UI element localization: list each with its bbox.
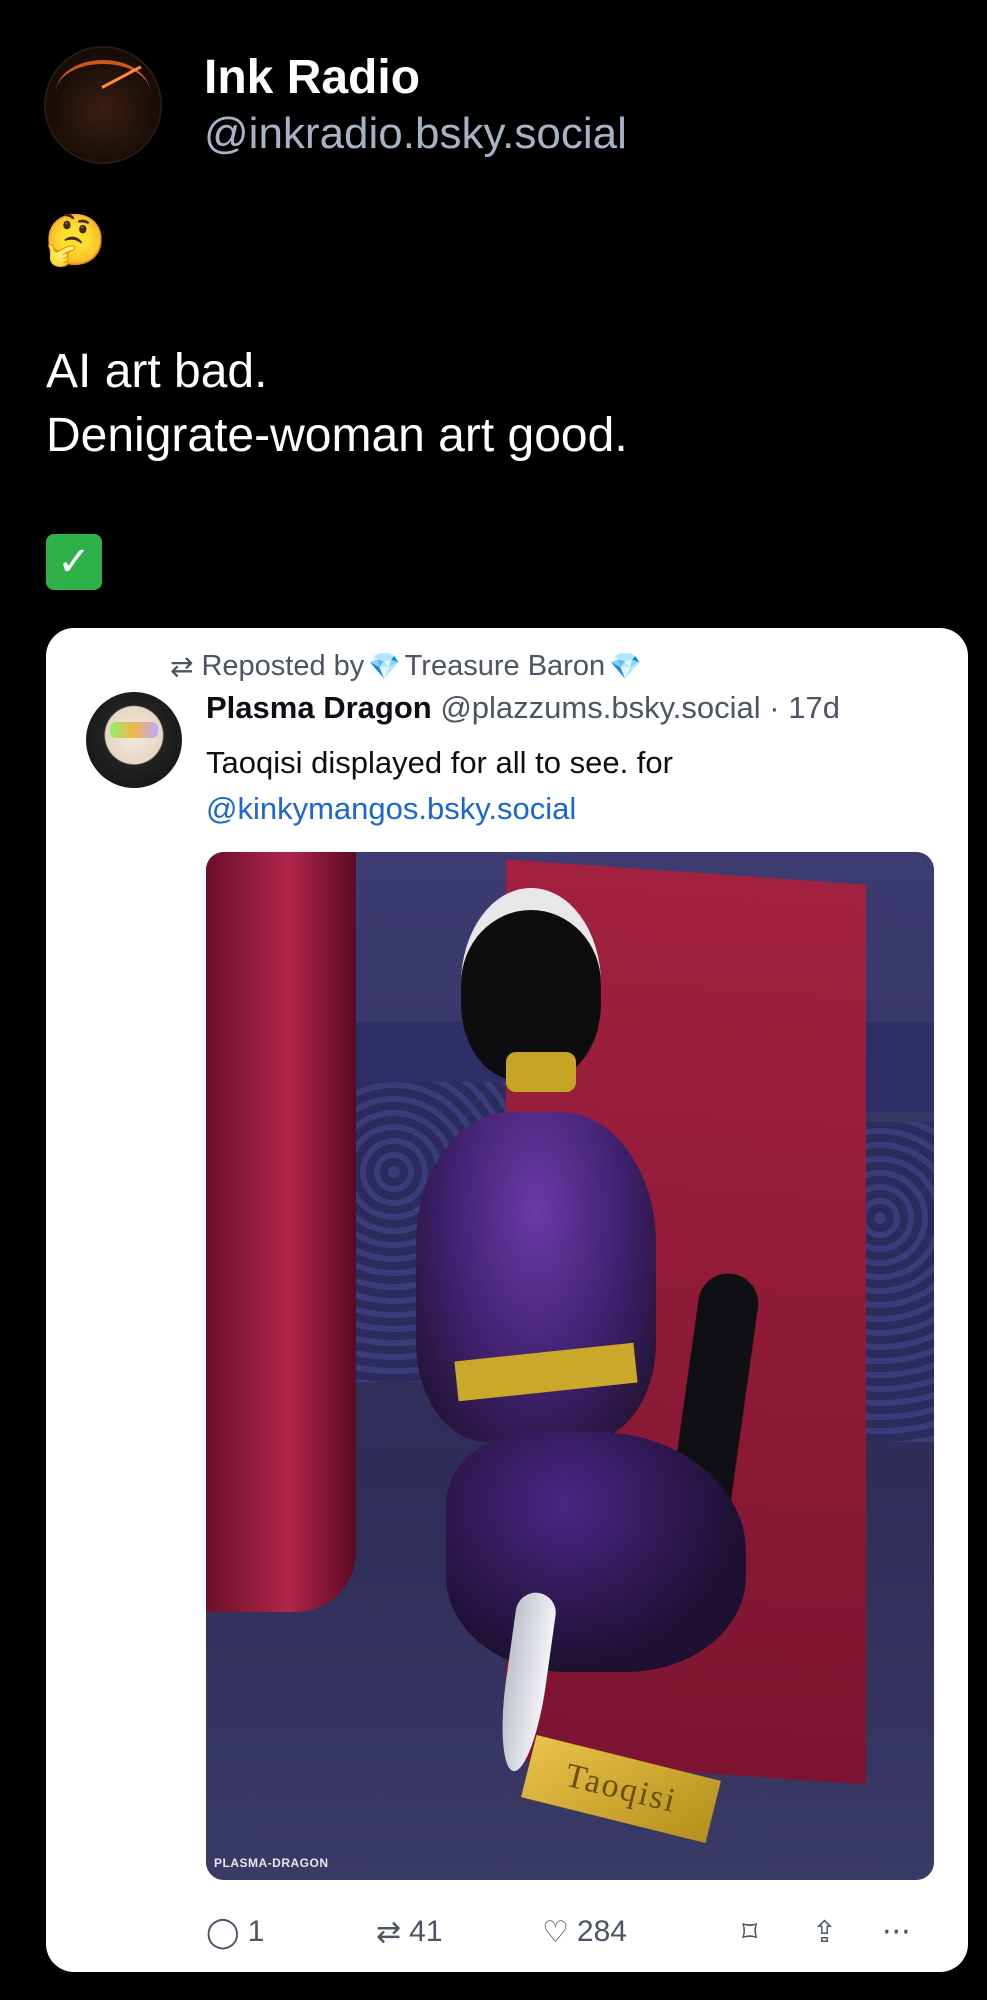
- quoted-author-handle[interactable]: @plazzums.bsky.social: [440, 690, 760, 725]
- author-avatar[interactable]: [44, 46, 162, 164]
- red-curtain: [206, 852, 356, 1612]
- author-info: Ink Radio @inkradio.bsky.social: [204, 49, 627, 161]
- repost-icon: ⇄: [170, 650, 194, 683]
- quoted-post-header: Plasma Dragon @plazzums.bsky.social · 17…: [206, 690, 840, 726]
- quoted-author-name[interactable]: Plasma Dragon: [206, 690, 432, 725]
- reposted-by-line: ⇄ Reposted by 💎 Treasure Baron 💎: [170, 650, 645, 683]
- gem-icon: 💎: [368, 651, 401, 682]
- rose-pattern-right: [856, 1122, 934, 1442]
- reply-count: 1: [247, 1915, 265, 1948]
- gold-collar: [506, 1052, 576, 1092]
- repost-button[interactable]: ⇄ 41: [376, 1908, 443, 1956]
- reply-button[interactable]: ◯ 1: [206, 1908, 264, 1956]
- visor-graphic: [110, 722, 158, 738]
- repost-action-icon: ⇄: [376, 1914, 402, 1950]
- check-mark-emoji: ✓: [46, 534, 102, 590]
- more-icon: ···: [882, 1914, 911, 1950]
- quoted-author-avatar[interactable]: [86, 692, 182, 788]
- more-options-button[interactable]: ···: [882, 1908, 919, 1956]
- like-count: 284: [576, 1915, 627, 1948]
- reposted-by-label: Reposted by: [201, 650, 365, 682]
- post-line-2: Denigrate-woman art good.: [46, 409, 628, 462]
- post-image[interactable]: Taoqisi PLASMA-DRAGON: [206, 852, 934, 1880]
- reposter-name[interactable]: Treasure Baron: [405, 650, 605, 683]
- post-age: 17d: [788, 690, 840, 725]
- repost-count: 41: [409, 1915, 443, 1948]
- meta-separator: ·: [769, 690, 780, 725]
- heart-icon: ♡: [542, 1914, 569, 1950]
- author-handle[interactable]: @inkradio.bsky.social: [204, 107, 627, 161]
- share-icon: ⇪: [812, 1914, 838, 1950]
- post-header: Ink Radio @inkradio.bsky.social: [44, 46, 627, 164]
- author-display-name[interactable]: Ink Radio: [204, 49, 627, 107]
- share-button[interactable]: ⇪: [812, 1908, 845, 1956]
- action-bar: ◯ 1 ⇄ 41 ♡ 284 ⌑ ⇪ ···: [206, 1908, 934, 1956]
- reply-icon: ◯: [206, 1914, 240, 1950]
- artist-watermark: PLASMA-DRAGON: [214, 1856, 329, 1870]
- quoted-text-line: Taoqisi displayed for all to see. for: [206, 745, 673, 780]
- figure-legs: [446, 1432, 746, 1672]
- post-body: AI art bad. Denigrate-woman art good.: [46, 340, 628, 468]
- mention-link[interactable]: @kinkymangos.bsky.social: [206, 786, 673, 832]
- thinking-face-emoji: 🤔: [44, 211, 107, 269]
- gem-icon-2: 💎: [609, 651, 642, 682]
- bookmark-icon: ⌑: [742, 1914, 758, 1950]
- post-line-1: AI art bad.: [46, 345, 268, 398]
- like-button[interactable]: ♡ 284: [542, 1908, 627, 1956]
- bookmark-button[interactable]: ⌑: [742, 1908, 765, 1956]
- quoted-post-text: Taoqisi displayed for all to see. for @k…: [206, 740, 673, 832]
- quoted-post-card[interactable]: ⇄ Reposted by 💎 Treasure Baron 💎 Plasma …: [46, 628, 968, 1972]
